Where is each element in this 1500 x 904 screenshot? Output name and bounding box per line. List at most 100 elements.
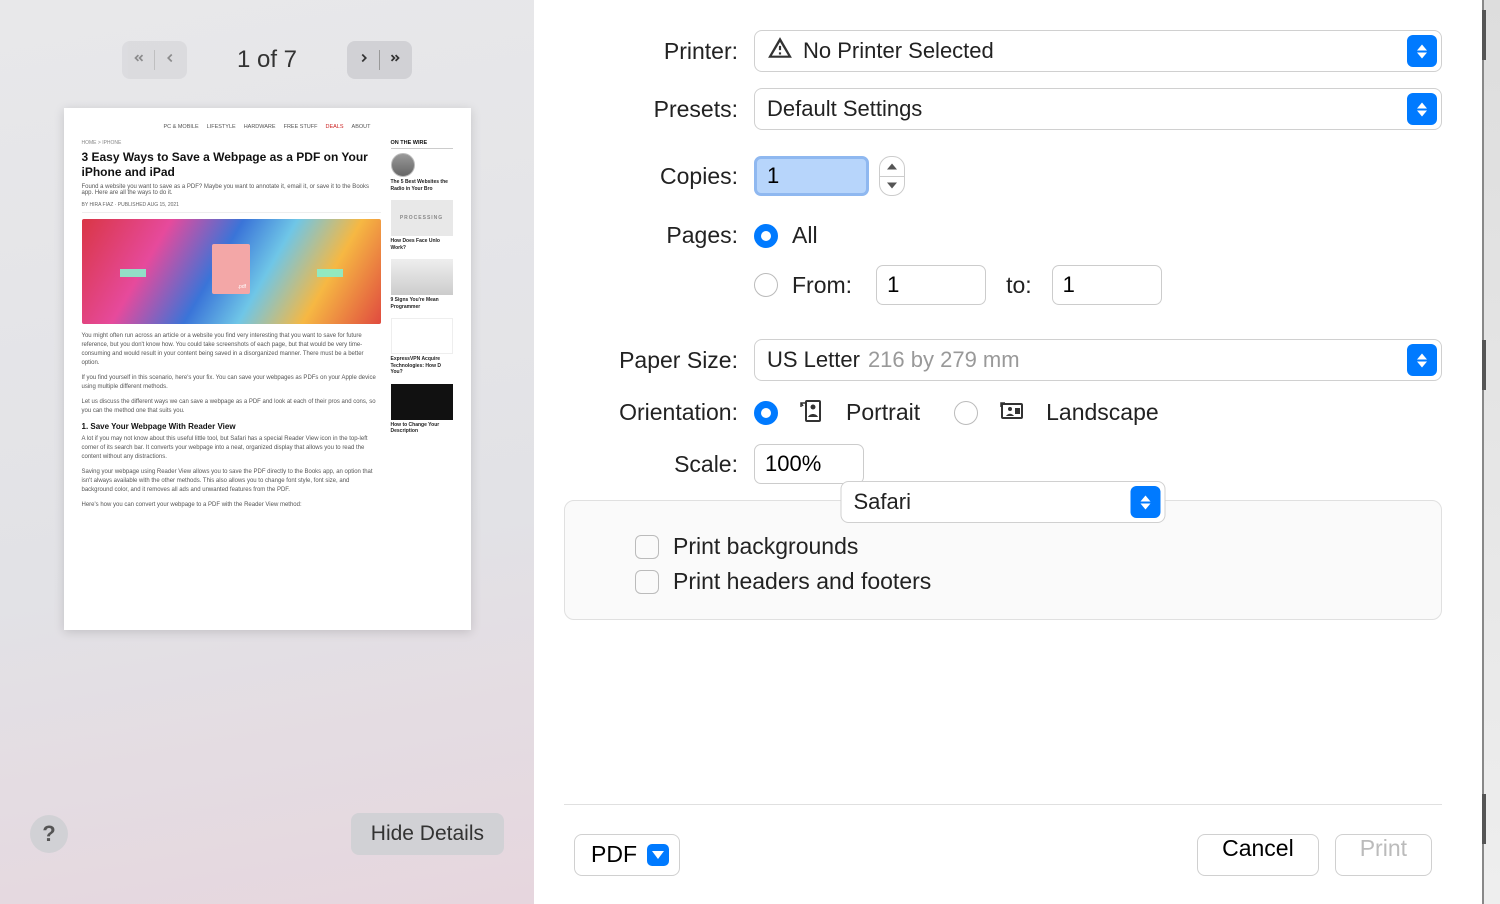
thumb-subtitle: Found a website you want to save as a PD… (82, 184, 381, 196)
pdf-dropdown-button[interactable]: PDF (574, 834, 680, 876)
help-button[interactable]: ? (30, 815, 68, 853)
arrow-left-icon (317, 269, 343, 277)
pages-to-label: to: (1006, 272, 1032, 299)
page-indicator: 1 of 7 (237, 46, 297, 74)
pages-to-input[interactable] (1052, 265, 1162, 305)
presets-dropdown[interactable]: Default Settings (754, 88, 1442, 130)
thumb-nav-item: FREE STUFF (284, 124, 318, 130)
hide-details-button[interactable]: Hide Details (351, 813, 504, 855)
dropdown-chevron-icon (1407, 93, 1437, 125)
copies-stepper[interactable] (879, 156, 905, 196)
printer-dropdown[interactable]: No Printer Selected (754, 30, 1442, 72)
thumb-side-text: 9 Signs You're Mean Programmer (391, 297, 453, 310)
landscape-icon (998, 397, 1026, 428)
print-headers-label: Print headers and footers (673, 568, 931, 595)
preview-header: 1 of 7 (0, 0, 534, 90)
thumb-paragraph: Let us discuss the different ways we can… (82, 398, 381, 416)
print-headers-checkbox[interactable] (635, 570, 659, 594)
thumb-nav-item: LIFESTYLE (207, 124, 236, 130)
dropdown-chevron-icon (1131, 486, 1161, 518)
thumb-side-text: The 5 Best Websites the Radio in Your Br… (391, 179, 453, 192)
portrait-label: Portrait (846, 399, 920, 426)
copies-label: Copies: (564, 163, 754, 190)
print-backgrounds-checkbox[interactable] (635, 535, 659, 559)
thumb-side-img (391, 318, 453, 354)
thumb-nav-item: ABOUT (352, 124, 371, 130)
thumb-side-img: PROCESSING (391, 200, 453, 236)
app-dropdown-value: Safari (854, 489, 911, 515)
thumb-side-img (391, 384, 453, 420)
chevron-down-icon (647, 844, 669, 866)
thumb-breadcrumb: HOME > IPHONE (82, 140, 381, 146)
stepper-down-icon[interactable] (880, 177, 904, 196)
pdf-label: PDF (591, 841, 637, 868)
orientation-label: Orientation: (564, 399, 754, 426)
thumb-meta: BY HIRA FIAZ · PUBLISHED AUG 15, 2021 (82, 202, 381, 213)
paper-size-label: Paper Size: (564, 347, 754, 374)
thumb-side-heading: ON THE WIRE (391, 140, 453, 149)
thumb-title: 3 Easy Ways to Save a Webpage as a PDF o… (82, 150, 381, 180)
paper-size-value: US Letter (767, 347, 860, 373)
thumbnail-container: PC & MOBILE LIFESTYLE HARDWARE FREE STUF… (0, 90, 534, 794)
thumb-side-text: ExpressVPN Acquire Technologies: How D Y… (391, 356, 453, 376)
thumb-heading: 1. Save Your Webpage With Reader View (82, 422, 381, 431)
cancel-button[interactable]: Cancel (1197, 834, 1319, 876)
edge-notch (1482, 340, 1486, 390)
print-button[interactable]: Print (1335, 834, 1432, 876)
nav-separator (379, 50, 380, 70)
pdf-icon (212, 244, 250, 294)
scale-label: Scale: (564, 451, 754, 478)
thumb-side-img (391, 259, 453, 295)
pages-from-input[interactable] (876, 265, 986, 305)
preview-pane: 1 of 7 PC & MOBILE LIFESTYLE HARDWARE FR… (0, 0, 534, 904)
landscape-label: Landscape (1046, 399, 1159, 426)
dropdown-chevron-icon (1407, 344, 1437, 376)
pages-range-radio[interactable] (754, 273, 778, 297)
thumb-nav-item: HARDWARE (244, 124, 276, 130)
thumb-nav-item: PC & MOBILE (163, 124, 198, 130)
thumb-nav-item: DEALS (326, 124, 344, 130)
pages-all-radio[interactable] (754, 224, 778, 248)
printer-value: No Printer Selected (803, 38, 994, 64)
paper-size-dimensions: 216 by 279 mm (868, 347, 1020, 373)
stepper-up-icon[interactable] (880, 157, 904, 177)
thumb-side-img (391, 153, 415, 177)
thumb-side-text: How Does Face Unlo Work? (391, 238, 453, 251)
prev-page-icon (163, 51, 177, 70)
thumb-nav: PC & MOBILE LIFESTYLE HARDWARE FREE STUF… (82, 124, 453, 130)
edge-notch (1482, 794, 1486, 844)
first-page-icon (132, 51, 146, 70)
thumb-side-text: How to Change Your Description (391, 422, 453, 435)
thumb-sidebar: ON THE WIRE The 5 Best Websites the Radi… (391, 140, 453, 516)
arrow-right-icon (120, 269, 146, 277)
page-thumbnail[interactable]: PC & MOBILE LIFESTYLE HARDWARE FREE STUF… (64, 108, 471, 630)
thumb-paragraph: A lot if you may not know about this use… (82, 435, 381, 462)
settings-pane: Printer: No Printer Selected Presets: (534, 0, 1482, 904)
window-edge (1482, 0, 1500, 904)
prev-page-group (122, 41, 187, 79)
printer-label: Printer: (564, 38, 754, 65)
thumb-hero-image (82, 219, 381, 324)
dialog-footer: PDF Cancel Print (564, 804, 1442, 904)
edge-notch (1482, 10, 1486, 60)
scale-input[interactable] (754, 444, 864, 484)
next-page-group[interactable] (347, 41, 412, 79)
dropdown-chevron-icon (1407, 35, 1437, 67)
preview-footer: ? Hide Details (0, 794, 534, 904)
copies-input[interactable] (754, 156, 869, 196)
paper-size-dropdown[interactable]: US Letter 216 by 279 mm (754, 339, 1442, 381)
thumb-paragraph: Here's how you can convert your webpage … (82, 501, 381, 510)
landscape-radio[interactable] (954, 401, 978, 425)
warning-icon (767, 35, 793, 67)
portrait-radio[interactable] (754, 401, 778, 425)
app-options-group: Safari Print backgrounds Print headers a… (564, 500, 1442, 620)
nav-separator (154, 50, 155, 70)
print-backgrounds-label: Print backgrounds (673, 533, 858, 560)
portrait-icon (798, 397, 826, 428)
thumb-paragraph: If you find yourself in this scenario, h… (82, 374, 381, 392)
next-page-icon (357, 51, 371, 70)
pages-label: Pages: (564, 222, 754, 249)
app-dropdown[interactable]: Safari (841, 481, 1166, 523)
last-page-icon (388, 51, 402, 70)
pages-all-label: All (792, 222, 818, 249)
